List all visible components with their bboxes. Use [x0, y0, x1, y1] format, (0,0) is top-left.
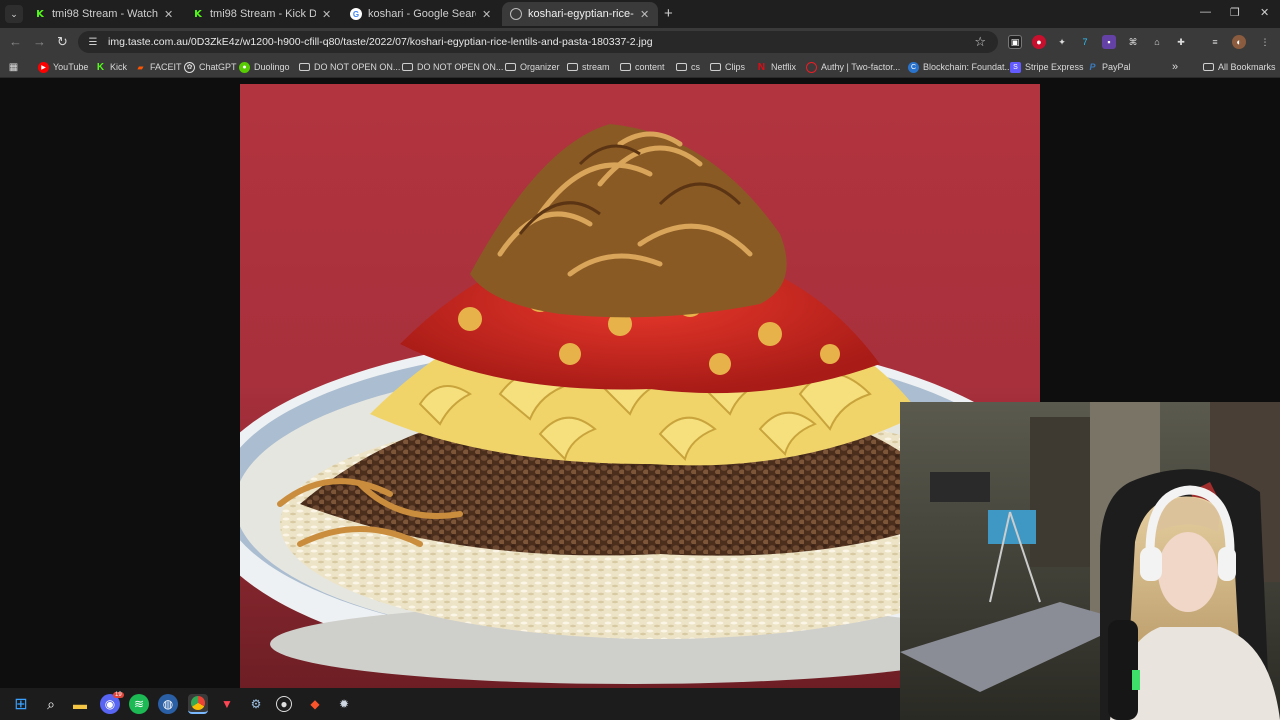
close-icon[interactable]: ✕ — [482, 8, 492, 21]
webcam-overlay — [900, 402, 1280, 720]
extension-icon[interactable]: ⌂ — [1150, 35, 1164, 49]
extension-icon[interactable]: ✦ — [1055, 35, 1069, 49]
windows-start-icon[interactable]: ⊞ — [11, 694, 31, 714]
search-icon[interactable]: ⌕ — [41, 694, 61, 714]
back-button[interactable]: ← — [9, 34, 22, 49]
all-bookmarks[interactable]: All Bookmarks — [1203, 60, 1276, 74]
tab-kick-stream[interactable]: K tmi98 Stream - Watch Live on K ✕ — [26, 2, 182, 26]
bookmark-folder[interactable]: stream — [567, 60, 610, 74]
address-bar[interactable]: ☰ img.taste.com.au/0D3ZkE4z/w1200-h900-c… — [78, 31, 998, 53]
tab-koshari-image[interactable]: koshari-egyptian-rice-lentils-and ✕ — [502, 2, 658, 26]
steam-icon[interactable]: ⚙ — [246, 694, 266, 714]
folder-icon — [402, 63, 413, 71]
settings-icon[interactable]: ✹ — [334, 694, 354, 714]
tab-kick-dashboard[interactable]: K tmi98 Stream - Kick Dashboard ✕ — [184, 2, 340, 26]
globe-icon — [510, 8, 522, 20]
extension-icon[interactable]: ⌘ — [1126, 35, 1140, 49]
valorant-icon[interactable]: ▼ — [217, 694, 237, 714]
bookmark-chatgpt[interactable]: ✿ ChatGPT — [184, 60, 237, 74]
reload-button[interactable]: ↻ — [57, 34, 68, 50]
tab-title: koshari - Google Search — [368, 8, 476, 20]
bookmark-stripe[interactable]: S Stripe Express — [1010, 60, 1084, 74]
bookmark-folder[interactable]: Clips — [710, 60, 745, 74]
extension-icon[interactable]: ▪ — [1102, 35, 1116, 49]
new-tab-button[interactable]: + — [664, 5, 673, 22]
bookmark-folder[interactable]: DO NOT OPEN ON... — [402, 60, 503, 74]
forward-button[interactable]: → — [33, 34, 46, 49]
bookmark-faceit[interactable]: ▰ FACEIT — [135, 60, 181, 74]
chevron-down-icon: ⌄ — [10, 8, 18, 19]
google-icon: G — [350, 8, 362, 20]
bookmark-kick[interactable]: K Kick — [95, 60, 127, 74]
file-explorer-icon[interactable]: ▬ — [70, 694, 90, 714]
windows-taskbar: ⊞ ⌕ ▬ ◉ 19 ≋ ◍ ▼ ⚙ ● ◆ ✹ — [0, 688, 900, 720]
media-control-icon[interactable]: ≡ — [1208, 35, 1222, 49]
close-icon[interactable]: ✕ — [164, 8, 174, 21]
close-window-icon[interactable]: ✕ — [1260, 6, 1269, 19]
duolingo-icon: ● — [239, 61, 250, 73]
netflix-icon: N — [757, 61, 766, 73]
bookmark-blockchain[interactable]: C Blockchain: Foundat... — [908, 60, 1012, 74]
folder-icon — [676, 63, 687, 71]
kick-icon: K — [36, 8, 44, 20]
folder-icon — [710, 63, 721, 71]
youtube-icon: ▶ — [38, 61, 49, 73]
spotify-icon[interactable]: ≋ — [129, 694, 149, 714]
folder-icon — [567, 63, 578, 71]
chatgpt-icon: ✿ — [184, 61, 195, 73]
tab-title: tmi98 Stream - Watch Live on K — [52, 8, 158, 20]
apps-icon[interactable]: ▦ — [8, 60, 23, 74]
paypal-icon: P — [1089, 62, 1096, 72]
folder-icon — [1203, 63, 1214, 71]
kick-icon: K — [194, 8, 202, 20]
app-icon[interactable]: ◍ — [158, 694, 178, 714]
menu-kebab-icon[interactable]: ⋮ — [1258, 35, 1272, 49]
browser-toolbar: ← → ↻ ☰ img.taste.com.au/0D3ZkE4z/w1200-… — [0, 28, 1280, 56]
puzzle-icon[interactable]: ✚ — [1174, 35, 1188, 49]
bookmark-netflix[interactable]: N Netflix — [756, 60, 796, 74]
coursera-icon: C — [908, 61, 919, 73]
bookmark-folder[interactable]: DO NOT OPEN ON... — [299, 60, 400, 74]
restore-icon[interactable]: ❐ — [1230, 6, 1240, 19]
tab-search-button[interactable]: ⌄ — [5, 5, 23, 23]
bookmark-paypal[interactable]: P PayPal — [1087, 60, 1130, 74]
bookmark-star-icon[interactable]: ☆ — [974, 34, 986, 50]
discord-badge: 19 — [113, 692, 124, 698]
avatar[interactable]: ◐ — [1232, 35, 1246, 49]
tab-strip: ⌄ K tmi98 Stream - Watch Live on K ✕ K t… — [0, 0, 1280, 28]
stripe-icon: S — [1010, 61, 1021, 73]
extension-icon[interactable]: ● — [1032, 35, 1046, 49]
folder-icon — [620, 63, 631, 71]
bookmark-folder[interactable]: Organizer — [505, 60, 560, 74]
chrome-icon[interactable] — [188, 694, 208, 714]
folder-icon — [299, 63, 310, 71]
obs-icon[interactable]: ● — [276, 696, 292, 712]
folder-icon — [505, 63, 516, 71]
faceit-icon: ▰ — [137, 62, 144, 72]
minimize-icon[interactable]: — — [1200, 6, 1211, 18]
bookmarks-overflow-icon[interactable]: » — [1172, 60, 1178, 74]
authy-icon — [806, 61, 817, 73]
close-icon[interactable]: ✕ — [640, 8, 650, 21]
extension-icon[interactable]: ▣ — [1008, 35, 1022, 49]
url-text[interactable]: img.taste.com.au/0D3ZkE4z/w1200-h900-cfi… — [108, 36, 653, 48]
tab-title: koshari-egyptian-rice-lentils-and — [528, 8, 634, 20]
bookmark-youtube[interactable]: ▶ YouTube — [38, 60, 88, 74]
bookmark-duolingo[interactable]: ● Duolingo — [239, 60, 290, 74]
bookmarks-bar: ▦ ▶ YouTube K Kick ▰ FACEIT ✿ ChatGPT ● Duoli… — [0, 56, 1280, 78]
bookmark-folder[interactable]: content — [620, 60, 665, 74]
extension-icon[interactable]: 7 — [1078, 35, 1092, 49]
bookmark-authy[interactable]: Authy | Two-factor... — [806, 60, 900, 74]
close-icon[interactable]: ✕ — [322, 8, 332, 21]
site-info-icon[interactable]: ☰ — [86, 35, 100, 49]
kick-icon: K — [96, 61, 105, 73]
tab-google-search[interactable]: G koshari - Google Search ✕ — [342, 2, 500, 26]
brave-icon[interactable]: ◆ — [305, 694, 325, 714]
tab-title: tmi98 Stream - Kick Dashboard — [210, 8, 316, 20]
bookmark-folder[interactable]: cs — [676, 60, 700, 74]
